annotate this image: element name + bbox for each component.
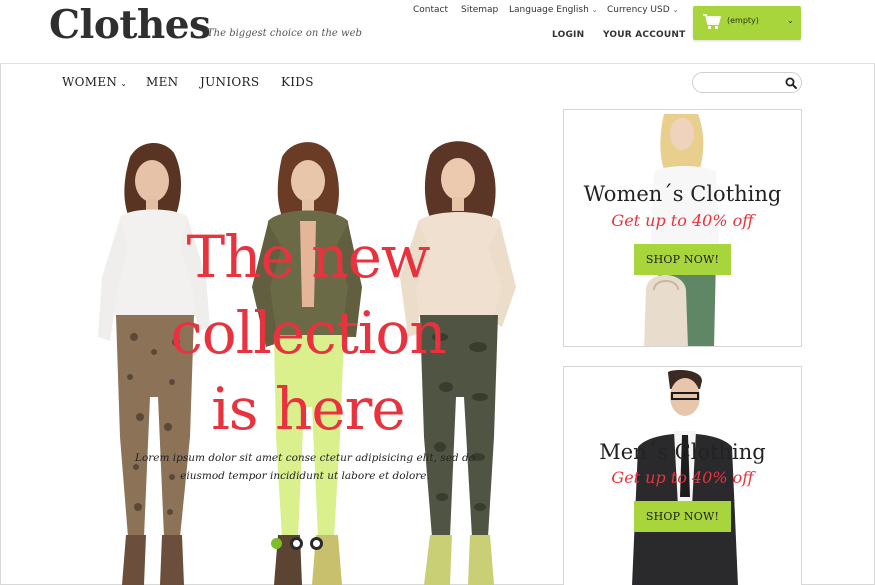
promo-title: Women´s Clothing xyxy=(583,182,782,206)
promo-offer: Get up to 40% off xyxy=(611,468,754,487)
your-account-link[interactable]: YOUR ACCOUNT xyxy=(603,30,685,40)
chevron-down-icon: ⌄ xyxy=(120,79,128,88)
shop-now-button[interactable]: SHOP NOW! xyxy=(634,501,731,532)
contact-link[interactable]: Contact xyxy=(413,5,448,15)
hero-subtitle-line: eiusmod tempor incididunt ut labore et d… xyxy=(180,470,430,482)
hero-subtitle-line: Lorem ipsum dolor sit amet conse ctetur … xyxy=(134,452,476,464)
cart-status: (empty) xyxy=(727,16,759,25)
search-box xyxy=(692,72,802,93)
currency-selector-label: Currency USD xyxy=(607,5,670,15)
chevron-down-icon: ⌄ xyxy=(591,6,598,14)
shopping-cart-icon xyxy=(703,14,721,30)
language-selector-label: Language English xyxy=(509,5,589,15)
search-input[interactable] xyxy=(701,76,781,90)
shop-now-button[interactable]: SHOP NOW! xyxy=(634,244,731,275)
currency-selector[interactable]: Currency USD ⌄ xyxy=(607,5,679,15)
nav-item-juniors[interactable]: JUNIORS xyxy=(200,75,259,89)
hero-title-line: collection xyxy=(170,299,446,367)
hero-title-line: is here xyxy=(211,375,405,443)
language-selector[interactable]: Language English ⌄ xyxy=(509,5,598,15)
sitemap-link[interactable]: Sitemap xyxy=(461,5,498,15)
site-header: Clothes The biggest choice on the web Co… xyxy=(0,0,875,64)
nav-item-kids[interactable]: KIDS xyxy=(281,75,314,89)
chevron-down-icon: ⌄ xyxy=(672,6,679,14)
site-logo[interactable]: Clothes xyxy=(49,2,211,48)
nav-item-label: WOMEN xyxy=(62,75,118,89)
login-link[interactable]: LOGIN xyxy=(552,30,584,40)
cart-button[interactable]: (empty) ⌄ xyxy=(693,6,801,40)
hero-title: The new collection is here xyxy=(122,219,494,447)
chevron-down-icon: ⌄ xyxy=(787,16,794,25)
nav-item-men[interactable]: MEN xyxy=(146,75,178,89)
promo-card-men[interactable]: Men´s Clothing Get up to 40% off SHOP NO… xyxy=(563,366,802,585)
slider-dot-active[interactable] xyxy=(271,538,282,549)
hero-banner[interactable]: The new collection is here Lorem ipsum d… xyxy=(60,109,550,585)
hero-title-line: The new xyxy=(186,223,430,291)
hero-subtitle: Lorem ipsum dolor sit amet conse ctetur … xyxy=(120,449,490,485)
promo-offer: Get up to 40% off xyxy=(611,211,754,230)
slider-dot[interactable] xyxy=(290,537,303,550)
promo-title: Men´s Clothing xyxy=(599,440,766,464)
site-tagline: The biggest choice on the web xyxy=(207,28,362,39)
nav-item-women[interactable]: WOMEN ⌄ xyxy=(62,75,127,89)
slider-dot[interactable] xyxy=(310,537,323,550)
search-icon[interactable] xyxy=(785,77,797,89)
promo-card-women[interactable]: Women´s Clothing Get up to 40% off SHOP … xyxy=(563,109,802,347)
